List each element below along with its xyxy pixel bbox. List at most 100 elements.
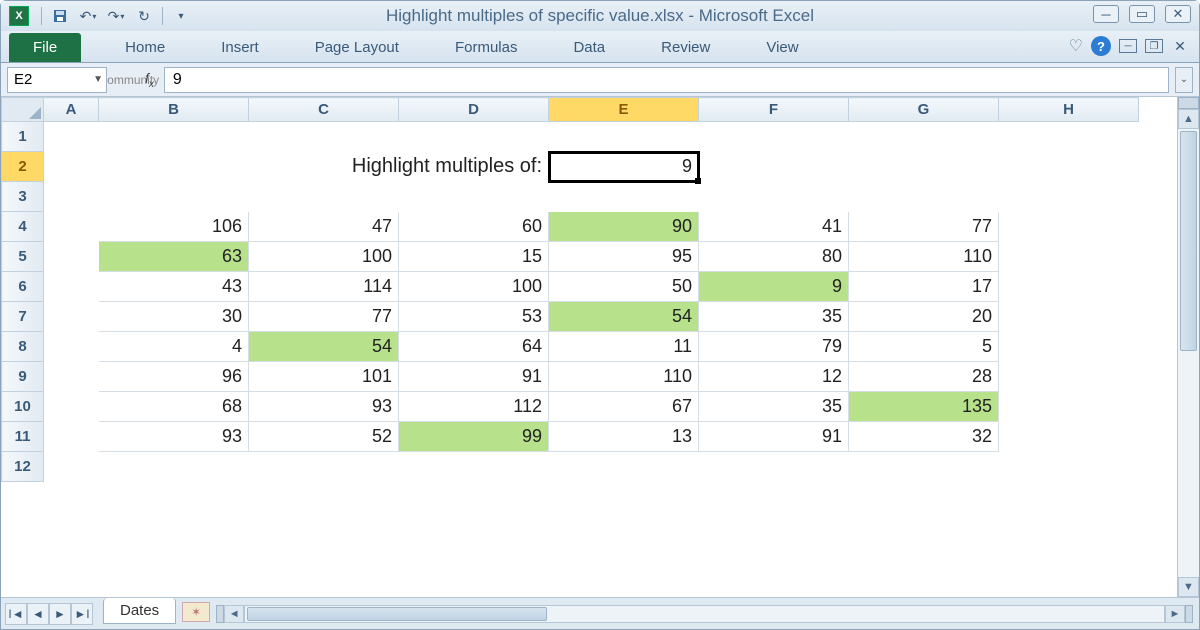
hscroll-thumb[interactable] (247, 607, 547, 621)
grid[interactable]: ABCDEFGH12Highlight multiples of:9341064… (1, 97, 1177, 597)
cell-E8[interactable]: 11 (549, 332, 699, 362)
cell-A11[interactable] (44, 422, 99, 452)
cell-D10[interactable]: 112 (399, 392, 549, 422)
cell-C6[interactable]: 114 (249, 272, 399, 302)
row-header-11[interactable]: 11 (2, 422, 44, 452)
cell-F12[interactable] (699, 452, 849, 482)
cell-A7[interactable] (44, 302, 99, 332)
cell-H3[interactable] (999, 182, 1139, 212)
col-header-A[interactable]: A (44, 98, 99, 122)
cell-H6[interactable] (999, 272, 1139, 302)
cell-B1[interactable] (99, 122, 249, 152)
qat-customize-icon[interactable]: ▾ (169, 5, 193, 27)
cell-F5[interactable]: 80 (699, 242, 849, 272)
cell-D6[interactable]: 100 (399, 272, 549, 302)
row-header-10[interactable]: 10 (2, 392, 44, 422)
help-icon[interactable]: ? (1091, 36, 1111, 56)
cell-D9[interactable]: 91 (399, 362, 549, 392)
col-header-G[interactable]: G (849, 98, 999, 122)
cell-A12[interactable] (44, 452, 99, 482)
tab-nav-prev-icon[interactable]: ◄ (27, 603, 49, 625)
cell-F2[interactable] (699, 152, 849, 182)
tab-data[interactable]: Data (555, 33, 623, 62)
cell-E4[interactable]: 90 (549, 212, 699, 242)
cell-G11[interactable]: 32 (849, 422, 999, 452)
col-header-B[interactable]: B (99, 98, 249, 122)
vertical-scrollbar[interactable]: ▲ ▼ (1177, 97, 1199, 597)
cell-H12[interactable] (999, 452, 1139, 482)
cell-C9[interactable]: 101 (249, 362, 399, 392)
cell-A10[interactable] (44, 392, 99, 422)
cell-D5[interactable]: 15 (399, 242, 549, 272)
cell-A4[interactable] (44, 212, 99, 242)
cell-C1[interactable] (249, 122, 399, 152)
cell-B9[interactable]: 96 (99, 362, 249, 392)
cell-F4[interactable]: 41 (699, 212, 849, 242)
cell-B6[interactable]: 43 (99, 272, 249, 302)
cell-D11[interactable]: 99 (399, 422, 549, 452)
scroll-up-icon[interactable]: ▲ (1178, 109, 1199, 129)
cell-F7[interactable]: 35 (699, 302, 849, 332)
cell-B4[interactable]: 106 (99, 212, 249, 242)
cell-E5[interactable]: 95 (549, 242, 699, 272)
mdi-minimize-button[interactable]: ─ (1119, 39, 1137, 53)
cell-B3[interactable] (99, 182, 249, 212)
cell-G7[interactable]: 20 (849, 302, 999, 332)
cell-G6[interactable]: 17 (849, 272, 999, 302)
cell-D4[interactable]: 60 (399, 212, 549, 242)
cell-G2[interactable] (849, 152, 999, 182)
tab-nav-next-icon[interactable]: ► (49, 603, 71, 625)
tab-nav-last-icon[interactable]: ►I (71, 603, 93, 625)
cell-F1[interactable] (699, 122, 849, 152)
cell-E3[interactable] (549, 182, 699, 212)
col-header-H[interactable]: H (999, 98, 1139, 122)
cell-A9[interactable] (44, 362, 99, 392)
cell-H8[interactable] (999, 332, 1139, 362)
vscroll-track[interactable] (1178, 129, 1199, 577)
cell-A3[interactable] (44, 182, 99, 212)
cell-B10[interactable]: 68 (99, 392, 249, 422)
cell-E7[interactable]: 54 (549, 302, 699, 332)
cell-F3[interactable] (699, 182, 849, 212)
cell-H4[interactable] (999, 212, 1139, 242)
cell-H11[interactable] (999, 422, 1139, 452)
cell-G5[interactable]: 110 (849, 242, 999, 272)
cell-A5[interactable] (44, 242, 99, 272)
cell-B11[interactable]: 93 (99, 422, 249, 452)
cell-B8[interactable]: 4 (99, 332, 249, 362)
cell-C10[interactable]: 93 (249, 392, 399, 422)
fx-icon[interactable]: fx (145, 70, 154, 90)
cell-H2[interactable] (999, 152, 1139, 182)
tab-nav-first-icon[interactable]: I◄ (5, 603, 27, 625)
cell-H7[interactable] (999, 302, 1139, 332)
formula-bar-expand-icon[interactable]: ⌄ (1175, 67, 1193, 93)
tab-review[interactable]: Review (643, 33, 728, 62)
cell-E1[interactable] (549, 122, 699, 152)
cell-B7[interactable]: 30 (99, 302, 249, 332)
col-header-C[interactable]: C (249, 98, 399, 122)
cell-B2[interactable] (99, 152, 249, 182)
horizontal-scrollbar[interactable]: ◄ ► (216, 605, 1193, 623)
tab-page-layout[interactable]: Page Layout (297, 33, 417, 62)
vscroll-thumb[interactable] (1180, 131, 1197, 351)
col-header-D[interactable]: D (399, 98, 549, 122)
tab-split-handle[interactable] (216, 605, 224, 623)
close-button[interactable]: ✕ (1165, 5, 1191, 23)
hsplit-handle[interactable] (1185, 605, 1193, 623)
cell-F11[interactable]: 91 (699, 422, 849, 452)
scroll-left-icon[interactable]: ◄ (224, 605, 244, 623)
cell-E9[interactable]: 110 (549, 362, 699, 392)
redo-icon[interactable]: ↷▾ (104, 5, 128, 27)
minimize-button[interactable]: ─ (1093, 5, 1119, 23)
col-header-F[interactable]: F (699, 98, 849, 122)
new-sheet-icon[interactable]: ✶ (182, 602, 210, 622)
row-header-3[interactable]: 3 (2, 182, 44, 212)
maximize-button[interactable]: ▭ (1129, 5, 1155, 23)
select-all-button[interactable] (2, 98, 44, 122)
row-header-4[interactable]: 4 (2, 212, 44, 242)
cell-E10[interactable]: 67 (549, 392, 699, 422)
cell-E11[interactable]: 13 (549, 422, 699, 452)
name-box[interactable]: E2 ▼ (7, 67, 107, 93)
mdi-restore-button[interactable]: ❐ (1145, 39, 1163, 53)
cell-D2[interactable]: Highlight multiples of: (399, 152, 549, 182)
